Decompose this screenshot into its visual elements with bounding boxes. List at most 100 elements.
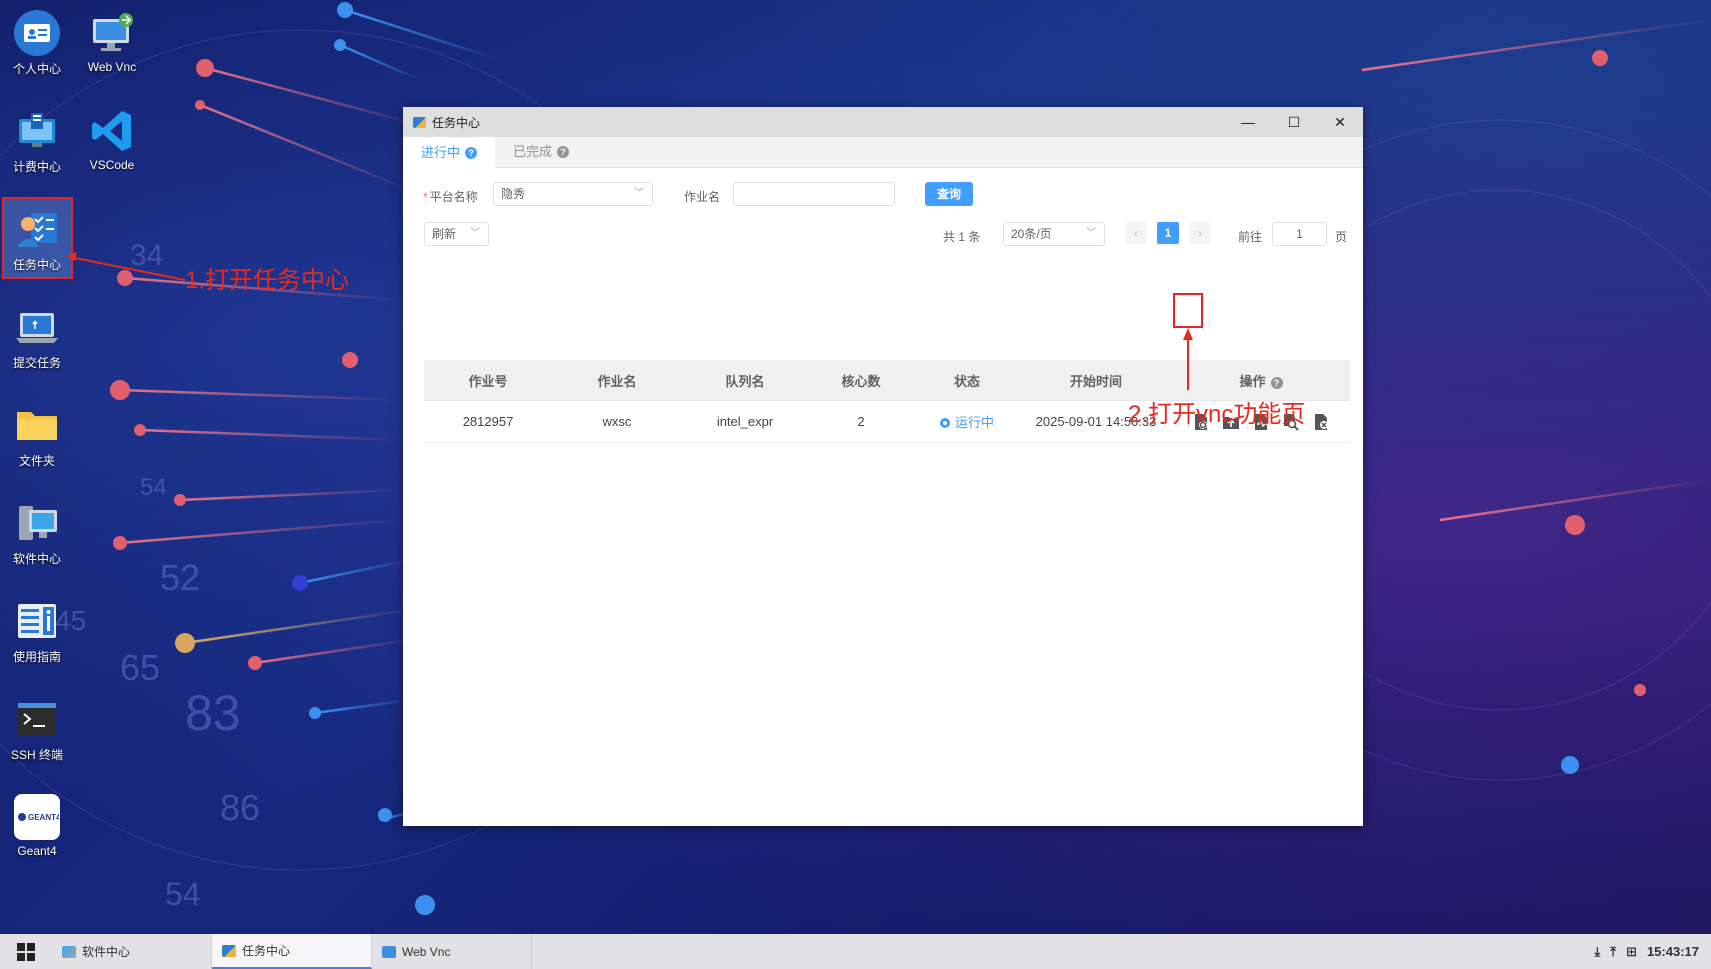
desktop-icon-label: 使用指南 bbox=[12, 650, 61, 664]
desktop-icon-label: 软件中心 bbox=[12, 552, 61, 566]
monitor-remote-icon bbox=[89, 10, 135, 56]
query-button[interactable]: 查询 bbox=[925, 182, 973, 206]
running-status-icon bbox=[939, 418, 950, 428]
window-titlebar[interactable]: 任务中心 — ☐ ✕ bbox=[403, 107, 1363, 137]
column-header-job-name: 作业名 bbox=[552, 360, 682, 401]
total-count: 共 1 条 bbox=[943, 230, 981, 244]
help-icon[interactable]: ? bbox=[557, 146, 570, 158]
page-size-value: 20条/页 bbox=[1011, 227, 1052, 241]
desktop-icon-ssh-terminal[interactable]: SSH 终端 bbox=[1, 686, 73, 763]
desktop-icon-software-center[interactable]: 软件中心 bbox=[1, 490, 73, 567]
refresh-label: 刷新 bbox=[432, 227, 457, 241]
delete-file-icon[interactable] bbox=[1312, 413, 1330, 431]
chevron-down-icon: ﹀ bbox=[470, 228, 480, 239]
minimize-button[interactable]: — bbox=[1225, 114, 1271, 131]
billing-monitor-icon bbox=[14, 108, 60, 154]
taskbar-item-software-center[interactable]: 软件中心 bbox=[52, 934, 212, 969]
platform-name-label: * 平台名称 bbox=[423, 190, 478, 204]
help-icon[interactable]: ? bbox=[465, 146, 478, 159]
desktop-icon-user-guide[interactable]: 使用指南 bbox=[1, 588, 73, 665]
job-name-label: 作业名 bbox=[684, 190, 721, 204]
svg-text:54: 54 bbox=[165, 876, 201, 912]
cell-queue: intel_expr bbox=[682, 400, 808, 443]
desktop-icon-label: 计费中心 bbox=[12, 160, 61, 174]
column-header-queue: 队列名 bbox=[682, 360, 808, 401]
desktop-icon-label: SSH 终端 bbox=[10, 748, 63, 762]
network-icon[interactable]: ⊞ bbox=[1626, 944, 1637, 960]
prev-page-button[interactable]: ‹ bbox=[1125, 222, 1147, 244]
taskbar-item-label: Web Vnc bbox=[402, 944, 451, 959]
maximize-button[interactable]: ☐ bbox=[1271, 114, 1317, 131]
task-center-app-icon bbox=[413, 116, 426, 128]
monitor-remote-icon bbox=[382, 945, 396, 958]
taskbar-item-task-center[interactable]: 任务中心 bbox=[212, 934, 372, 969]
next-page-button[interactable]: › bbox=[1189, 222, 1211, 244]
terminal-icon bbox=[14, 696, 60, 742]
desktop-icon-personal-center[interactable]: 个人中心 bbox=[1, 0, 73, 77]
close-button[interactable]: ✕ bbox=[1317, 114, 1363, 131]
help-icon[interactable]: ? bbox=[1270, 376, 1283, 389]
goto-page-input[interactable]: 1 bbox=[1272, 222, 1327, 246]
desktop-icon-label: 提交任务 bbox=[12, 356, 61, 370]
svg-text:52: 52 bbox=[160, 557, 200, 598]
window-title: 任务中心 bbox=[432, 115, 481, 130]
desktop-icon-label: VSCode bbox=[89, 158, 135, 172]
desktop-icon-geant4[interactable]: GEANT4 Geant4 bbox=[1, 784, 73, 858]
page-unit-label: 页 bbox=[1335, 230, 1348, 244]
desktop-icon-label: 个人中心 bbox=[12, 62, 61, 76]
task-center-icon bbox=[222, 944, 236, 957]
cell-status: 运行中 bbox=[914, 400, 1020, 443]
current-page-button[interactable]: 1 bbox=[1157, 222, 1179, 244]
column-header-status: 状态 bbox=[914, 360, 1020, 401]
svg-text:65: 65 bbox=[120, 647, 160, 688]
filter-row: * 平台名称 隐秀 ﹀ 作业名 查询 bbox=[403, 182, 1363, 208]
desktop-icon-folder[interactable]: 文件夹 bbox=[1, 392, 73, 469]
taskbar-item-web-vnc[interactable]: Web Vnc bbox=[372, 934, 532, 969]
apps-grid-icon bbox=[17, 942, 35, 961]
vscode-icon bbox=[89, 108, 135, 154]
annotation-step-2: 2.打开vnc功能页 bbox=[1128, 401, 1306, 428]
desktop-icon-label: 文件夹 bbox=[18, 454, 55, 468]
folder-icon bbox=[14, 402, 60, 448]
annotation-step-1: 1.打开任务中心 bbox=[185, 267, 350, 294]
cell-job-name: wxsc bbox=[552, 400, 682, 443]
desktop-icon-web-vnc[interactable]: Web Vnc bbox=[76, 0, 148, 74]
vnc-button-highlight bbox=[1173, 293, 1203, 328]
tab-label: 已完成 bbox=[513, 144, 553, 159]
task-center-window: 任务中心 — ☐ ✕ 进行中 ? 已完成 ? * 平台名称 隐秀 ﹀ 作业名 查询… bbox=[403, 107, 1363, 826]
annotation-arrow-1 bbox=[66, 252, 186, 281]
status-tabs: 进行中 ? 已完成 ? bbox=[403, 137, 1363, 168]
desktop-icon-label: Geant4 bbox=[17, 844, 57, 858]
laptop-submit-icon bbox=[14, 304, 60, 350]
svg-text:86: 86 bbox=[220, 787, 260, 828]
desktop-icon-billing-center[interactable]: 计费中心 bbox=[1, 98, 73, 175]
job-name-input[interactable] bbox=[733, 182, 895, 206]
taskbar: 软件中心 任务中心 Web Vnc ⤓ ⤒ ⊞ 15:43:17 bbox=[0, 934, 1711, 969]
cell-job-id: 2812957 bbox=[424, 400, 552, 443]
software-center-icon bbox=[62, 945, 76, 958]
svg-text:83: 83 bbox=[185, 685, 241, 741]
desktop-icon-label: Web Vnc bbox=[87, 60, 137, 74]
upload-tray-icon[interactable]: ⤒ bbox=[1610, 944, 1616, 960]
svg-text:GEANT4: GEANT4 bbox=[28, 813, 59, 822]
cell-cores: 2 bbox=[808, 400, 914, 443]
download-icon[interactable]: ⤓ bbox=[1595, 944, 1601, 960]
geant4-logo-icon: GEANT4 bbox=[14, 794, 60, 840]
svg-text:54: 54 bbox=[140, 474, 167, 501]
desktop-icon-submit-task[interactable]: 提交任务 bbox=[1, 294, 73, 371]
tab-in-progress[interactable]: 进行中 ? bbox=[403, 137, 496, 168]
column-header-job-id: 作业号 bbox=[424, 360, 552, 401]
tab-label: 进行中 bbox=[421, 144, 461, 160]
desktop-icon-vscode[interactable]: VSCode bbox=[76, 98, 148, 172]
task-center-icon bbox=[14, 206, 60, 252]
page-size-select[interactable]: 20条/页 ﹀ bbox=[1003, 222, 1105, 246]
software-center-icon bbox=[14, 500, 60, 546]
tab-completed[interactable]: 已完成 ? bbox=[495, 137, 587, 167]
platform-select[interactable]: 隐秀 ﹀ bbox=[493, 182, 653, 206]
start-menu-button[interactable] bbox=[0, 934, 52, 969]
taskbar-item-label: 任务中心 bbox=[242, 944, 291, 958]
platform-select-value: 隐秀 bbox=[501, 187, 526, 201]
chevron-down-icon: ﹀ bbox=[634, 188, 644, 199]
refresh-dropdown[interactable]: 刷新 ﹀ bbox=[424, 222, 489, 246]
column-header-cores: 核心数 bbox=[808, 360, 914, 401]
